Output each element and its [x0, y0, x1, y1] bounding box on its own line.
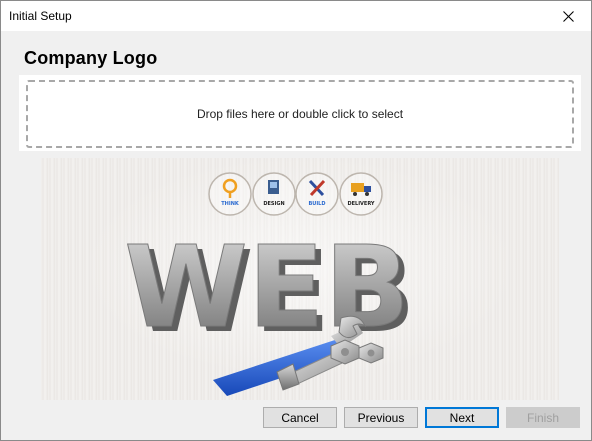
section-heading: Company Logo — [24, 48, 158, 68]
logo-preview-image: THINK DESIGN BUILD DELIVERY WEB WEB — [41, 158, 559, 400]
next-button-label: Next — [449, 410, 475, 425]
setup-dialog: Initial Setup Company Logo Drop files he… — [0, 0, 592, 441]
close-icon — [562, 10, 574, 22]
title-bar: Initial Setup — [1, 1, 591, 31]
step-label-build: BUILD — [308, 201, 325, 207]
close-button[interactable] — [545, 1, 591, 31]
previous-button[interactable]: Previous — [344, 407, 418, 428]
cancel-button-label: Cancel — [281, 410, 319, 425]
svg-text:WEB: WEB — [124, 223, 409, 353]
step-circle-delivery — [339, 172, 383, 216]
next-button[interactable]: Next — [425, 407, 499, 428]
step-circle-build — [295, 172, 339, 216]
dropzone-container: Drop files here or double click to selec… — [19, 75, 581, 151]
file-dropzone[interactable]: Drop files here or double click to selec… — [26, 80, 574, 148]
cancel-button[interactable]: Cancel — [263, 407, 337, 428]
step-circle-think — [208, 172, 252, 216]
step-label-design: DESIGN — [263, 201, 284, 207]
web-illustration: THINK DESIGN BUILD DELIVERY WEB WEB — [124, 172, 416, 396]
step-label-think: THINK — [221, 201, 240, 207]
step-circle-design — [252, 172, 296, 216]
window-title: Initial Setup — [9, 9, 72, 23]
web-3d-text: WEB WEB — [124, 223, 416, 359]
step-label-delivery: DELIVERY — [347, 201, 374, 207]
finish-button-label: Finish — [526, 410, 559, 425]
finish-button: Finish — [506, 407, 580, 428]
dropzone-label: Drop files here or double click to selec… — [196, 107, 404, 121]
previous-button-label: Previous — [357, 410, 405, 425]
